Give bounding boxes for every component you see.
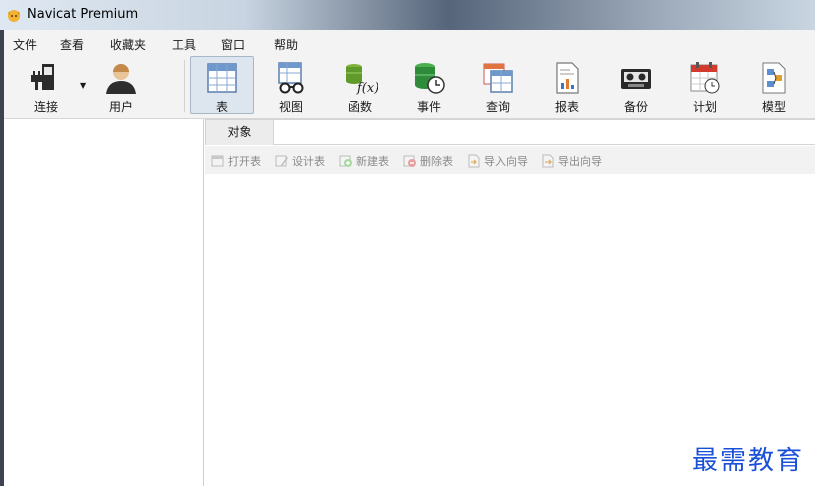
menu-tools[interactable]: 工具 [172,36,196,53]
function-icon: f(x) [346,64,378,95]
view-glasses-icon [278,62,304,94]
event-label: 事件 [416,100,441,114]
report-button[interactable]: 报表 [538,56,596,114]
export-wizard-button[interactable]: 导出向导 [541,153,602,169]
menu-bar: 文件 查看 收藏夹 工具 窗口 帮助 [4,30,815,54]
model-label: 模型 [761,100,786,114]
query-label: 查询 [485,100,510,114]
query-button[interactable]: 查询 [469,56,527,114]
main-toolbar: 连接 ▼ 用户 表 视图 f(x) 函数 事件 查询 报表 备份 计划 模型 [4,54,815,119]
tab-object[interactable]: 对象 [205,119,274,145]
view-label: 视图 [278,100,303,114]
event-clock-icon [415,63,445,94]
query-icon [483,63,513,93]
report-icon [556,62,579,94]
design-table-icon [275,155,288,167]
menu-window[interactable]: 窗口 [221,36,245,53]
navicat-logo-icon [8,10,20,22]
new-table-button[interactable]: 新建表 [339,153,389,169]
backup-tape-icon [621,69,651,89]
user-icon [106,64,136,94]
menu-view[interactable]: 查看 [60,36,84,53]
menu-help[interactable]: 帮助 [274,36,298,53]
menu-favorites[interactable]: 收藏夹 [110,36,146,53]
report-label: 报表 [554,100,579,114]
model-button[interactable]: 模型 [745,56,803,114]
view-button[interactable]: 视图 [262,56,320,114]
import-wizard-button[interactable]: 导入向导 [467,153,528,169]
plug-icon [31,64,54,90]
delete-table-label: 删除表 [420,155,453,168]
event-button[interactable]: 事件 [400,56,458,114]
import-wizard-label: 导入向导 [484,155,528,168]
svg-text:f(x): f(x) [356,81,378,95]
calendar-icon [690,62,720,94]
user-button[interactable]: 用户 [92,56,150,114]
new-table-label: 新建表 [356,155,389,168]
backup-button[interactable]: 备份 [607,56,665,114]
export-icon [542,154,554,168]
connect-button[interactable]: 连接 [17,56,75,114]
design-table-label: 设计表 [292,155,325,168]
new-table-icon [339,155,352,167]
user-label: 用户 [108,100,133,114]
tab-bar-bottom-line [274,144,815,145]
design-table-button[interactable]: 设计表 [275,153,325,169]
toolbar-separator [184,60,185,112]
function-label: 函数 [347,100,372,114]
connection-tree-pane[interactable] [4,119,204,486]
schedule-label: 计划 [692,100,717,114]
backup-label: 备份 [623,100,648,114]
window-title: Navicat Premium [27,7,139,22]
table-icon [207,63,237,93]
watermark-text: 最需教育 [692,446,805,476]
open-table-icon [211,155,224,167]
open-table-button[interactable]: 打开表 [211,153,261,169]
delete-table-button[interactable]: 删除表 [403,153,453,169]
connect-dropdown-icon[interactable]: ▼ [80,81,86,90]
object-toolbar: 打开表 设计表 新建表 删除表 导入向导 导出向导 [205,146,815,174]
model-icon [762,62,786,94]
function-button[interactable]: f(x) 函数 [331,56,389,114]
menu-file[interactable]: 文件 [13,36,37,53]
tab-bar: 对象 [205,119,815,145]
connect-label: 连接 [33,100,58,114]
open-table-label: 打开表 [228,155,261,168]
tab-bar-top-line [274,119,815,120]
title-bar: Navicat Premium [0,0,815,30]
schedule-button[interactable]: 计划 [676,56,734,114]
table-label: 表 [215,100,228,114]
delete-table-icon [403,155,416,167]
export-wizard-label: 导出向导 [558,155,602,168]
table-button[interactable]: 表 [190,56,254,114]
import-icon [468,154,480,168]
